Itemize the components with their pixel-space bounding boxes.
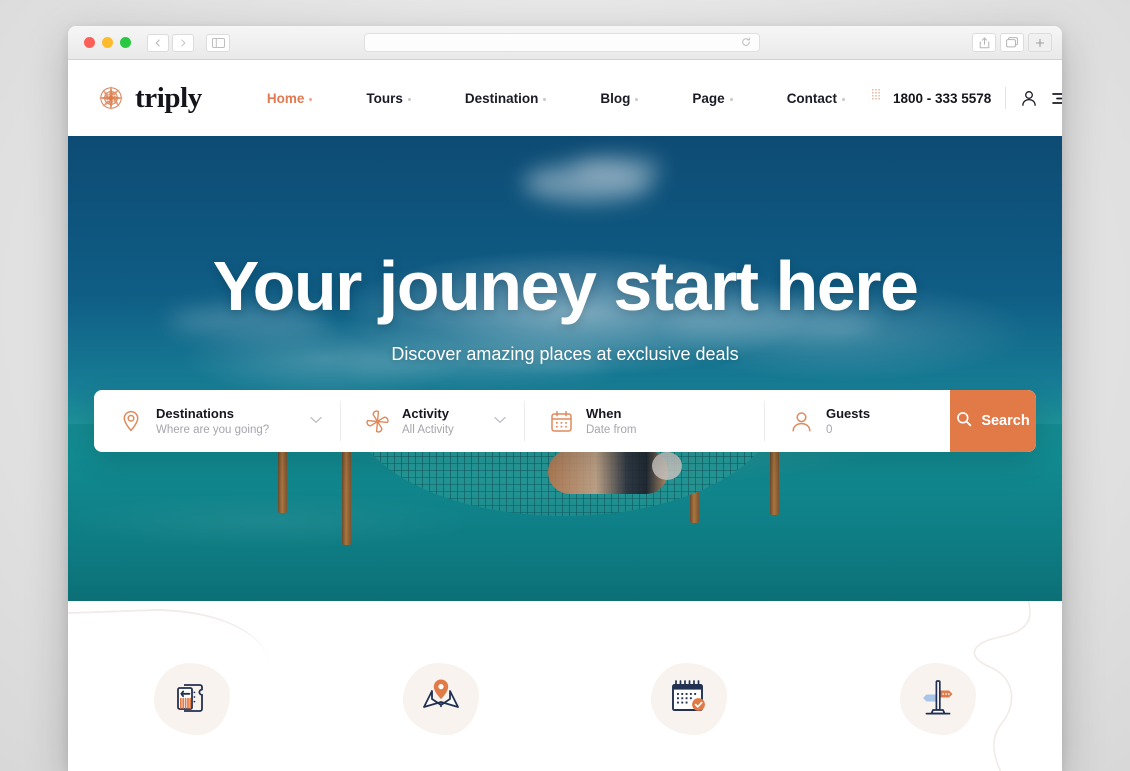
chevron-down-icon bbox=[407, 97, 411, 101]
nav-label: Tours bbox=[366, 90, 403, 106]
search-field-destinations[interactable]: Destinations Where are you going? bbox=[94, 390, 340, 452]
search-field-activity[interactable]: Activity All Activity bbox=[340, 390, 524, 452]
reload-icon[interactable] bbox=[741, 37, 751, 49]
main-navigation: Home Tours Destination Blog Page Contact bbox=[240, 91, 872, 106]
window-traffic-lights bbox=[84, 37, 131, 48]
chevron-down-icon bbox=[309, 97, 313, 101]
minimize-window-button[interactable] bbox=[102, 37, 113, 48]
browser-toolbar-right bbox=[972, 33, 1052, 52]
person-head bbox=[652, 452, 682, 480]
tabs-icon[interactable] bbox=[1000, 33, 1024, 52]
chevron-down-icon[interactable] bbox=[284, 415, 322, 427]
user-guest-icon bbox=[788, 408, 814, 434]
search-field-texts: Destinations Where are you going? bbox=[156, 406, 269, 436]
close-window-button[interactable] bbox=[84, 37, 95, 48]
hero-title: Your jouney start here bbox=[212, 247, 919, 325]
brand-logo[interactable]: triply bbox=[96, 82, 202, 115]
nav-label: Blog bbox=[600, 90, 631, 106]
hero-subtitle: Discover amazing places at exclusive dea… bbox=[391, 344, 739, 364]
search-field-texts: When Date from bbox=[586, 406, 637, 436]
nav-item-home[interactable]: Home bbox=[240, 91, 340, 106]
compass-logo-icon bbox=[96, 83, 126, 113]
site-header: triply Home Tours Destination Blog Page bbox=[68, 60, 1062, 136]
field-value: 0 bbox=[826, 424, 833, 436]
browser-titlebar bbox=[68, 26, 1062, 60]
nav-item-contact[interactable]: Contact bbox=[760, 91, 872, 106]
user-account-icon[interactable] bbox=[1020, 89, 1038, 107]
grid-dots-icon bbox=[871, 89, 884, 107]
nav-item-page[interactable]: Page bbox=[665, 91, 759, 106]
nav-item-destination[interactable]: Destination bbox=[438, 91, 574, 106]
feature-blob bbox=[402, 663, 479, 735]
hero-content: Your jouney start here Discover amazing … bbox=[68, 136, 1062, 365]
field-label: Destinations bbox=[156, 406, 235, 421]
signpost-direction-icon bbox=[914, 675, 962, 724]
chevron-down-icon bbox=[729, 97, 733, 101]
search-field-guests[interactable]: Guests 0 bbox=[764, 390, 950, 452]
person-in-hammock bbox=[548, 450, 668, 494]
header-right-group: 1800 - 333 5578 bbox=[871, 87, 1062, 109]
chevron-down-icon bbox=[543, 97, 547, 101]
feature-blob bbox=[651, 663, 728, 735]
search-magnifier-icon bbox=[956, 411, 972, 431]
flight-ticket-icon bbox=[170, 675, 214, 724]
share-icon[interactable] bbox=[972, 33, 996, 52]
calendar-check-icon bbox=[666, 676, 712, 723]
new-tab-icon[interactable] bbox=[1028, 33, 1052, 52]
hero-search-bar: Destinations Where are you going? Activi… bbox=[94, 390, 1036, 452]
phone-number: 1800 - 333 5578 bbox=[892, 90, 992, 106]
nav-item-blog[interactable]: Blog bbox=[573, 91, 665, 106]
nav-label: Page bbox=[692, 90, 725, 106]
calendar-icon bbox=[548, 408, 574, 434]
nav-label: Contact bbox=[786, 90, 837, 106]
features-row bbox=[68, 663, 1062, 735]
feature-ticket[interactable] bbox=[68, 663, 317, 735]
header-divider bbox=[1005, 87, 1007, 109]
browser-window: triply Home Tours Destination Blog Page bbox=[68, 26, 1062, 771]
feature-calendar[interactable] bbox=[565, 663, 814, 735]
search-field-when[interactable]: When Date from bbox=[524, 390, 764, 452]
field-label: Guests bbox=[826, 406, 871, 421]
field-label: When bbox=[586, 406, 622, 421]
nav-label: Home bbox=[266, 90, 305, 106]
chevron-down-icon bbox=[841, 97, 845, 101]
feature-blob bbox=[899, 663, 976, 735]
activity-kite-icon bbox=[364, 408, 390, 434]
search-field-texts: Activity All Activity bbox=[402, 406, 454, 436]
field-label: Activity bbox=[402, 406, 449, 421]
sidebar-toggle-icon[interactable] bbox=[206, 33, 230, 52]
location-pin-icon bbox=[118, 408, 144, 434]
chevron-down-icon[interactable] bbox=[468, 415, 506, 427]
nav-item-tours[interactable]: Tours bbox=[339, 91, 438, 106]
field-value: Date from bbox=[586, 424, 637, 436]
hero-section: Your jouney start here Discover amazing … bbox=[68, 136, 1062, 601]
feature-signpost[interactable] bbox=[814, 663, 1063, 735]
map-location-icon bbox=[418, 675, 464, 724]
search-field-texts: Guests 0 bbox=[826, 406, 870, 436]
field-value: Where are you going? bbox=[156, 424, 270, 436]
search-button-label: Search bbox=[981, 413, 1030, 429]
forward-chevron-icon[interactable] bbox=[172, 33, 194, 52]
feature-blob bbox=[154, 663, 231, 735]
search-button[interactable]: Search bbox=[950, 390, 1036, 452]
nav-label: Destination bbox=[464, 90, 539, 106]
features-section bbox=[68, 601, 1062, 771]
chevron-down-icon bbox=[635, 97, 639, 101]
url-bar[interactable] bbox=[364, 33, 760, 52]
browser-nav-buttons bbox=[147, 33, 194, 52]
brand-name: triply bbox=[135, 81, 202, 114]
back-chevron-icon[interactable] bbox=[147, 33, 169, 52]
phone-contact[interactable]: 1800 - 333 5578 bbox=[871, 89, 992, 107]
maximize-window-button[interactable] bbox=[120, 37, 131, 48]
feature-map[interactable] bbox=[317, 663, 566, 735]
hamburger-menu-icon[interactable] bbox=[1052, 91, 1062, 105]
field-value: All Activity bbox=[402, 424, 454, 436]
